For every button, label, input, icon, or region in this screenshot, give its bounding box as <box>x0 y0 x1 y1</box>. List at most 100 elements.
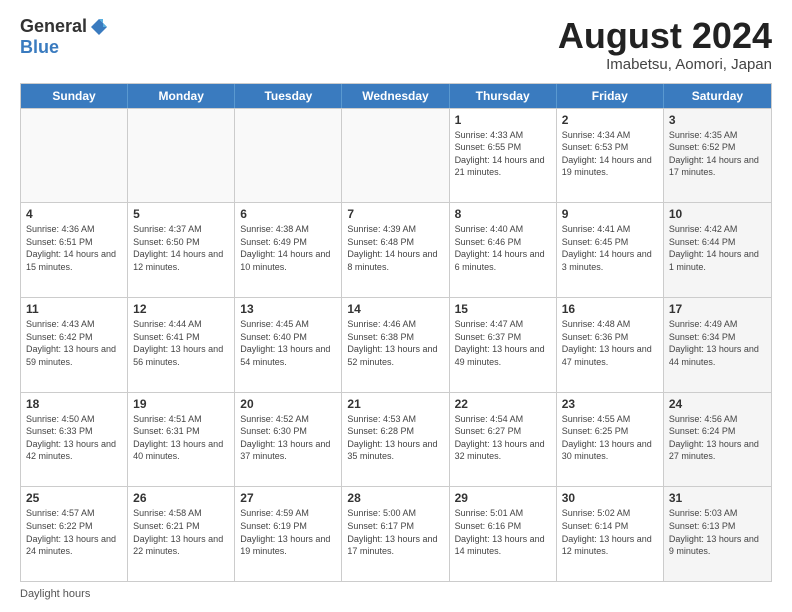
day-info: Sunrise: 4:42 AM Sunset: 6:44 PM Dayligh… <box>669 223 766 273</box>
logo-icon <box>89 17 109 37</box>
day-number: 18 <box>26 397 122 411</box>
day-number: 30 <box>562 491 658 505</box>
day-number: 4 <box>26 207 122 221</box>
logo-general: General <box>20 16 87 37</box>
day-info: Sunrise: 4:52 AM Sunset: 6:30 PM Dayligh… <box>240 413 336 463</box>
day-info: Sunrise: 4:59 AM Sunset: 6:19 PM Dayligh… <box>240 507 336 557</box>
day-info: Sunrise: 4:47 AM Sunset: 6:37 PM Dayligh… <box>455 318 551 368</box>
day-cell-6: 6 Sunrise: 4:38 AM Sunset: 6:49 PM Daylig… <box>235 203 342 297</box>
calendar-body: 1Sunrise: 4:33 AM Sunset: 6:55 PM Daylig… <box>21 108 771 581</box>
day-info: Sunrise: 4:41 AM Sunset: 6:45 PM Dayligh… <box>562 223 658 273</box>
day-number: 25 <box>26 491 122 505</box>
day-number: 24 <box>669 397 766 411</box>
day-number: 12 <box>133 302 229 316</box>
day-cell-5: 5 Sunrise: 4:37 AM Sunset: 6:50 PM Daylig… <box>128 203 235 297</box>
day-cell-3: 3 Sunrise: 4:35 AM Sunset: 6:52 PM Daylig… <box>664 109 771 203</box>
day-cell-12: 12 Sunrise: 4:44 AM Sunset: 6:41 PM Dayli… <box>128 298 235 392</box>
day-cell-28: 28Sunrise: 5:00 AM Sunset: 6:17 PM Dayli… <box>342 487 449 581</box>
day-number: 28 <box>347 491 443 505</box>
day-cell-31: 31 Sunrise: 5:03 AM Sunset: 6:13 PM Dayli… <box>664 487 771 581</box>
day-cell-2: 2 Sunrise: 4:34 AM Sunset: 6:53 PM Daylig… <box>557 109 664 203</box>
day-of-week-saturday: Saturday <box>664 84 771 108</box>
day-cell-29: 29 Sunrise: 5:01 AM Sunset: 6:16 PM Dayli… <box>450 487 557 581</box>
calendar-week-5: 25 Sunrise: 4:57 AM Sunset: 6:22 PM Dayli… <box>21 486 771 581</box>
day-cell-21: 21Sunrise: 4:53 AM Sunset: 6:28 PM Dayli… <box>342 393 449 487</box>
day-cell-8: 8Sunrise: 4:40 AM Sunset: 6:46 PM Daylig… <box>450 203 557 297</box>
day-number: 26 <box>133 491 229 505</box>
calendar-week-4: 18 Sunrise: 4:50 AM Sunset: 6:33 PM Dayli… <box>21 392 771 487</box>
day-number: 22 <box>455 397 551 411</box>
header: General Blue August 2024 Imabetsu, Aomor… <box>20 16 772 73</box>
empty-cell <box>21 109 128 203</box>
page: General Blue August 2024 Imabetsu, Aomor… <box>0 0 792 612</box>
day-info: Sunrise: 4:58 AM Sunset: 6:21 PM Dayligh… <box>133 507 229 557</box>
day-cell-26: 26 Sunrise: 4:58 AM Sunset: 6:21 PM Dayli… <box>128 487 235 581</box>
day-number: 29 <box>455 491 551 505</box>
day-cell-30: 30 Sunrise: 5:02 AM Sunset: 6:14 PM Dayli… <box>557 487 664 581</box>
day-info: Sunrise: 4:51 AM Sunset: 6:31 PM Dayligh… <box>133 413 229 463</box>
day-number: 15 <box>455 302 551 316</box>
day-info: Sunrise: 4:35 AM Sunset: 6:52 PM Dayligh… <box>669 129 766 179</box>
day-number: 2 <box>562 113 658 127</box>
day-of-week-sunday: Sunday <box>21 84 128 108</box>
day-cell-15: 15 Sunrise: 4:47 AM Sunset: 6:37 PM Dayli… <box>450 298 557 392</box>
day-of-week-friday: Friday <box>557 84 664 108</box>
day-info: Sunrise: 4:43 AM Sunset: 6:42 PM Dayligh… <box>26 318 122 368</box>
day-of-week-wednesday: Wednesday <box>342 84 449 108</box>
day-cell-4: 4Sunrise: 4:36 AM Sunset: 6:51 PM Daylig… <box>21 203 128 297</box>
day-cell-23: 23Sunrise: 4:55 AM Sunset: 6:25 PM Dayli… <box>557 393 664 487</box>
footer-note: Daylight hours <box>20 588 772 600</box>
day-of-week-monday: Monday <box>128 84 235 108</box>
day-number: 13 <box>240 302 336 316</box>
day-number: 6 <box>240 207 336 221</box>
day-number: 14 <box>347 302 443 316</box>
day-info: Sunrise: 4:53 AM Sunset: 6:28 PM Dayligh… <box>347 413 443 463</box>
day-number: 31 <box>669 491 766 505</box>
calendar-week-1: 1Sunrise: 4:33 AM Sunset: 6:55 PM Daylig… <box>21 108 771 203</box>
day-number: 19 <box>133 397 229 411</box>
day-info: Sunrise: 4:57 AM Sunset: 6:22 PM Dayligh… <box>26 507 122 557</box>
day-cell-18: 18 Sunrise: 4:50 AM Sunset: 6:33 PM Dayli… <box>21 393 128 487</box>
day-number: 5 <box>133 207 229 221</box>
day-info: Sunrise: 4:37 AM Sunset: 6:50 PM Dayligh… <box>133 223 229 273</box>
day-number: 7 <box>347 207 443 221</box>
day-info: Sunrise: 4:49 AM Sunset: 6:34 PM Dayligh… <box>669 318 766 368</box>
day-info: Sunrise: 5:03 AM Sunset: 6:13 PM Dayligh… <box>669 507 766 557</box>
day-cell-22: 22 Sunrise: 4:54 AM Sunset: 6:27 PM Dayli… <box>450 393 557 487</box>
day-info: Sunrise: 4:56 AM Sunset: 6:24 PM Dayligh… <box>669 413 766 463</box>
day-info: Sunrise: 4:45 AM Sunset: 6:40 PM Dayligh… <box>240 318 336 368</box>
calendar-week-3: 11 Sunrise: 4:43 AM Sunset: 6:42 PM Dayli… <box>21 297 771 392</box>
day-cell-25: 25 Sunrise: 4:57 AM Sunset: 6:22 PM Dayli… <box>21 487 128 581</box>
day-cell-20: 20 Sunrise: 4:52 AM Sunset: 6:30 PM Dayli… <box>235 393 342 487</box>
day-cell-7: 7Sunrise: 4:39 AM Sunset: 6:48 PM Daylig… <box>342 203 449 297</box>
day-info: Sunrise: 4:50 AM Sunset: 6:33 PM Dayligh… <box>26 413 122 463</box>
day-cell-11: 11 Sunrise: 4:43 AM Sunset: 6:42 PM Dayli… <box>21 298 128 392</box>
day-info: Sunrise: 5:02 AM Sunset: 6:14 PM Dayligh… <box>562 507 658 557</box>
day-cell-16: 16Sunrise: 4:48 AM Sunset: 6:36 PM Dayli… <box>557 298 664 392</box>
empty-cell <box>128 109 235 203</box>
day-cell-9: 9 Sunrise: 4:41 AM Sunset: 6:45 PM Daylig… <box>557 203 664 297</box>
day-of-week-tuesday: Tuesday <box>235 84 342 108</box>
day-info: Sunrise: 4:38 AM Sunset: 6:49 PM Dayligh… <box>240 223 336 273</box>
day-info: Sunrise: 4:33 AM Sunset: 6:55 PM Dayligh… <box>455 129 551 179</box>
calendar-week-2: 4Sunrise: 4:36 AM Sunset: 6:51 PM Daylig… <box>21 202 771 297</box>
day-cell-13: 13 Sunrise: 4:45 AM Sunset: 6:40 PM Dayli… <box>235 298 342 392</box>
day-info: Sunrise: 5:01 AM Sunset: 6:16 PM Dayligh… <box>455 507 551 557</box>
day-info: Sunrise: 4:55 AM Sunset: 6:25 PM Dayligh… <box>562 413 658 463</box>
day-cell-1: 1Sunrise: 4:33 AM Sunset: 6:55 PM Daylig… <box>450 109 557 203</box>
day-number: 20 <box>240 397 336 411</box>
day-cell-27: 27 Sunrise: 4:59 AM Sunset: 6:19 PM Dayli… <box>235 487 342 581</box>
calendar: SundayMondayTuesdayWednesdayThursdayFrid… <box>20 83 772 582</box>
day-number: 8 <box>455 207 551 221</box>
day-info: Sunrise: 4:48 AM Sunset: 6:36 PM Dayligh… <box>562 318 658 368</box>
day-cell-10: 10 Sunrise: 4:42 AM Sunset: 6:44 PM Dayli… <box>664 203 771 297</box>
day-info: Sunrise: 4:44 AM Sunset: 6:41 PM Dayligh… <box>133 318 229 368</box>
day-info: Sunrise: 4:34 AM Sunset: 6:53 PM Dayligh… <box>562 129 658 179</box>
day-number: 9 <box>562 207 658 221</box>
day-number: 10 <box>669 207 766 221</box>
day-number: 3 <box>669 113 766 127</box>
month-title: August 2024 <box>558 16 772 56</box>
day-info: Sunrise: 4:54 AM Sunset: 6:27 PM Dayligh… <box>455 413 551 463</box>
day-number: 27 <box>240 491 336 505</box>
day-number: 11 <box>26 302 122 316</box>
